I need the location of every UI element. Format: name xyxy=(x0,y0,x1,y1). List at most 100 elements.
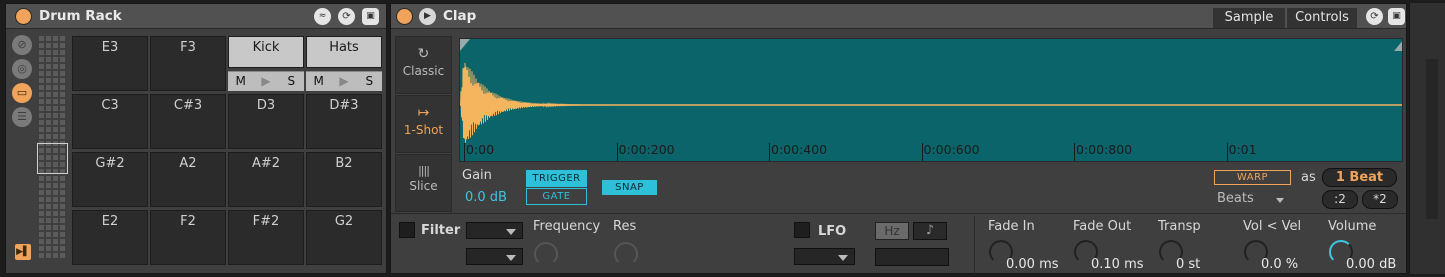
drum-pad[interactable]: F2 xyxy=(150,210,226,265)
overview-cell xyxy=(46,71,51,76)
pad-overview-grid[interactable] xyxy=(37,36,69,266)
overview-cell xyxy=(53,85,58,90)
drum-pad[interactable]: E2 xyxy=(72,210,148,265)
slice-icon: |||| xyxy=(418,164,430,177)
overview-cell xyxy=(60,253,65,258)
drum-pad[interactable]: A2 xyxy=(150,152,226,207)
timeline-tick xyxy=(921,143,923,161)
overview-cell xyxy=(39,197,44,202)
drum-pad[interactable]: D#3 xyxy=(306,94,382,149)
param-value[interactable]: 0.0 % xyxy=(1261,257,1298,272)
lfo-sync-note-icon[interactable]: ♪ xyxy=(913,222,947,240)
pad-label: E3 xyxy=(101,40,119,55)
gain-value[interactable]: 0.0 dB xyxy=(465,190,507,205)
drum-pad[interactable]: G2 xyxy=(306,210,382,265)
drum-pad[interactable]: C#3 xyxy=(150,94,226,149)
mute-button[interactable]: M xyxy=(306,72,331,91)
warp-mode-select[interactable]: Beats xyxy=(1217,191,1254,206)
overview-cell xyxy=(46,36,51,41)
timeline-label: 0:00:200 xyxy=(618,142,675,157)
overview-cell xyxy=(46,225,51,230)
overview-cell xyxy=(39,253,44,258)
tab-sample[interactable]: Sample xyxy=(1213,8,1285,28)
drum-pad[interactable]: Kick xyxy=(228,36,304,68)
lfo-toggle[interactable] xyxy=(794,222,810,238)
drum-pad[interactable]: G#2 xyxy=(72,152,148,207)
sends-view-icon[interactable]: ▭ xyxy=(12,83,32,103)
lfo-label: LFO xyxy=(818,224,847,239)
filter-toggle[interactable] xyxy=(399,222,415,238)
halve-tempo-button[interactable]: :2 xyxy=(1322,190,1358,209)
overview-cell xyxy=(53,218,58,223)
device-activator-button[interactable] xyxy=(396,8,413,25)
gate-button[interactable]: GATE xyxy=(526,188,587,205)
snap-button[interactable]: SNAP xyxy=(602,180,657,195)
tab-controls[interactable]: Controls xyxy=(1287,8,1357,28)
overview-cell xyxy=(39,190,44,195)
param-value[interactable]: 0.00 dB xyxy=(1346,257,1396,272)
overview-cell xyxy=(53,71,58,76)
param-label: Transp xyxy=(1158,219,1201,234)
res-label: Res xyxy=(613,219,637,234)
drum-pad[interactable]: B2 xyxy=(306,152,382,207)
param-value[interactable]: 0.00 ms xyxy=(1006,257,1059,272)
param-label: Fade Out xyxy=(1073,219,1132,234)
lfo-rate-field[interactable] xyxy=(875,248,949,266)
io-view-icon[interactable]: ◎ xyxy=(12,59,32,79)
drum-pad[interactable]: A#2 xyxy=(228,152,304,207)
param-label: Volume xyxy=(1328,219,1377,234)
mode-classic-button[interactable]: ↻ Classic xyxy=(395,36,452,94)
pad-play-icon[interactable]: ▶ xyxy=(253,72,278,91)
double-tempo-button[interactable]: *2 xyxy=(1362,190,1398,209)
overview-selection[interactable] xyxy=(37,143,68,174)
filter-circuit-select[interactable] xyxy=(466,248,523,265)
macro-view-icon[interactable]: ⊘ xyxy=(12,35,32,55)
hot-swap-icon[interactable]: ⟳ xyxy=(338,8,355,25)
frequency-knob[interactable] xyxy=(534,242,558,266)
filter-type-select[interactable] xyxy=(466,222,523,239)
overview-cell xyxy=(53,246,58,251)
lfo-hz-button[interactable]: Hz xyxy=(875,222,909,240)
drum-pad[interactable]: Hats xyxy=(306,36,382,68)
overview-cell xyxy=(39,232,44,237)
overview-cell xyxy=(53,232,58,237)
warp-length-field[interactable]: 1 Beat xyxy=(1322,168,1397,187)
overview-cell xyxy=(39,176,44,181)
timeline-tick xyxy=(616,143,618,161)
trigger-button[interactable]: TRIGGER xyxy=(526,170,587,187)
hot-swap-icon[interactable]: ⟳ xyxy=(1366,8,1383,25)
solo-button[interactable]: S xyxy=(357,72,382,91)
solo-button[interactable]: S xyxy=(279,72,304,91)
lfo-waveform-select[interactable] xyxy=(794,248,855,265)
drum-pad[interactable]: E3 xyxy=(72,36,148,91)
res-knob[interactable] xyxy=(614,242,638,266)
macro-icon[interactable]: ≈ xyxy=(314,8,331,25)
drum-pad[interactable]: D3 xyxy=(228,94,304,149)
preview-play-icon[interactable]: ▶ xyxy=(419,8,436,25)
chain-list-icon[interactable]: ☰ xyxy=(12,107,32,127)
waveform-display[interactable]: 0:00 0:00:200 0:00:400 0:00:600 0:00:800 0:01 xyxy=(459,38,1403,162)
drum-pad[interactable]: F#2 xyxy=(228,210,304,265)
overview-cell xyxy=(39,92,44,97)
mode-slice-button[interactable]: |||| Slice xyxy=(395,154,452,212)
overview-cell xyxy=(46,113,51,118)
overview-cell xyxy=(46,232,51,237)
scrollbar[interactable] xyxy=(1426,59,1438,219)
overview-cell xyxy=(60,71,65,76)
auto-select-icon[interactable]: ▶▌ xyxy=(15,244,31,260)
overview-cell xyxy=(39,120,44,125)
param-value[interactable]: 0 st xyxy=(1176,257,1200,272)
timeline-label: 0:00:400 xyxy=(771,142,828,157)
pad-play-icon[interactable]: ▶ xyxy=(331,72,356,91)
timeline-label: 0:01 xyxy=(1228,142,1257,157)
drum-pad[interactable]: F3 xyxy=(150,36,226,91)
mode-one-shot-button[interactable]: ↦ 1-Shot xyxy=(395,95,452,153)
warp-button[interactable]: WARP xyxy=(1214,170,1291,185)
save-preset-icon[interactable]: ▣ xyxy=(362,8,379,25)
device-activator-button[interactable] xyxy=(15,8,32,25)
overview-cell xyxy=(46,43,51,48)
param-value[interactable]: 0.10 ms xyxy=(1091,257,1144,272)
save-preset-icon[interactable]: ▣ xyxy=(1388,8,1405,25)
drum-pad[interactable]: C3 xyxy=(72,94,148,149)
mute-button[interactable]: M xyxy=(228,72,253,91)
